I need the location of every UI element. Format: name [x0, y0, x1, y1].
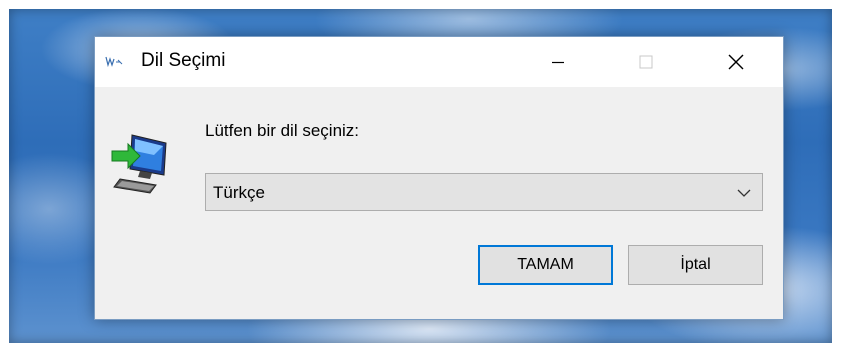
close-icon — [728, 54, 744, 70]
ok-button[interactable]: TAMAM — [478, 245, 613, 285]
language-selection-dialog: Dil Seçimi Lütfen bir dil seçiniz: Türkç… — [94, 36, 784, 320]
language-prompt-label: Lütfen bir dil seçiniz: — [205, 121, 360, 140]
minimize-icon — [552, 61, 564, 64]
window-title: Dil Seçimi — [141, 50, 226, 71]
computer-language-icon — [111, 134, 167, 194]
minimize-button[interactable] — [535, 37, 581, 87]
maximize-icon — [639, 55, 653, 69]
maximize-button[interactable] — [623, 37, 669, 87]
language-select-value: Türkçe — [213, 183, 265, 202]
close-button[interactable] — [713, 37, 759, 87]
chevron-down-icon — [737, 189, 751, 197]
language-select[interactable]: Türkçe — [205, 173, 763, 211]
title-bar[interactable]: Dil Seçimi — [95, 37, 783, 87]
cancel-button[interactable]: İptal — [628, 245, 763, 285]
app-icon — [105, 56, 123, 67]
